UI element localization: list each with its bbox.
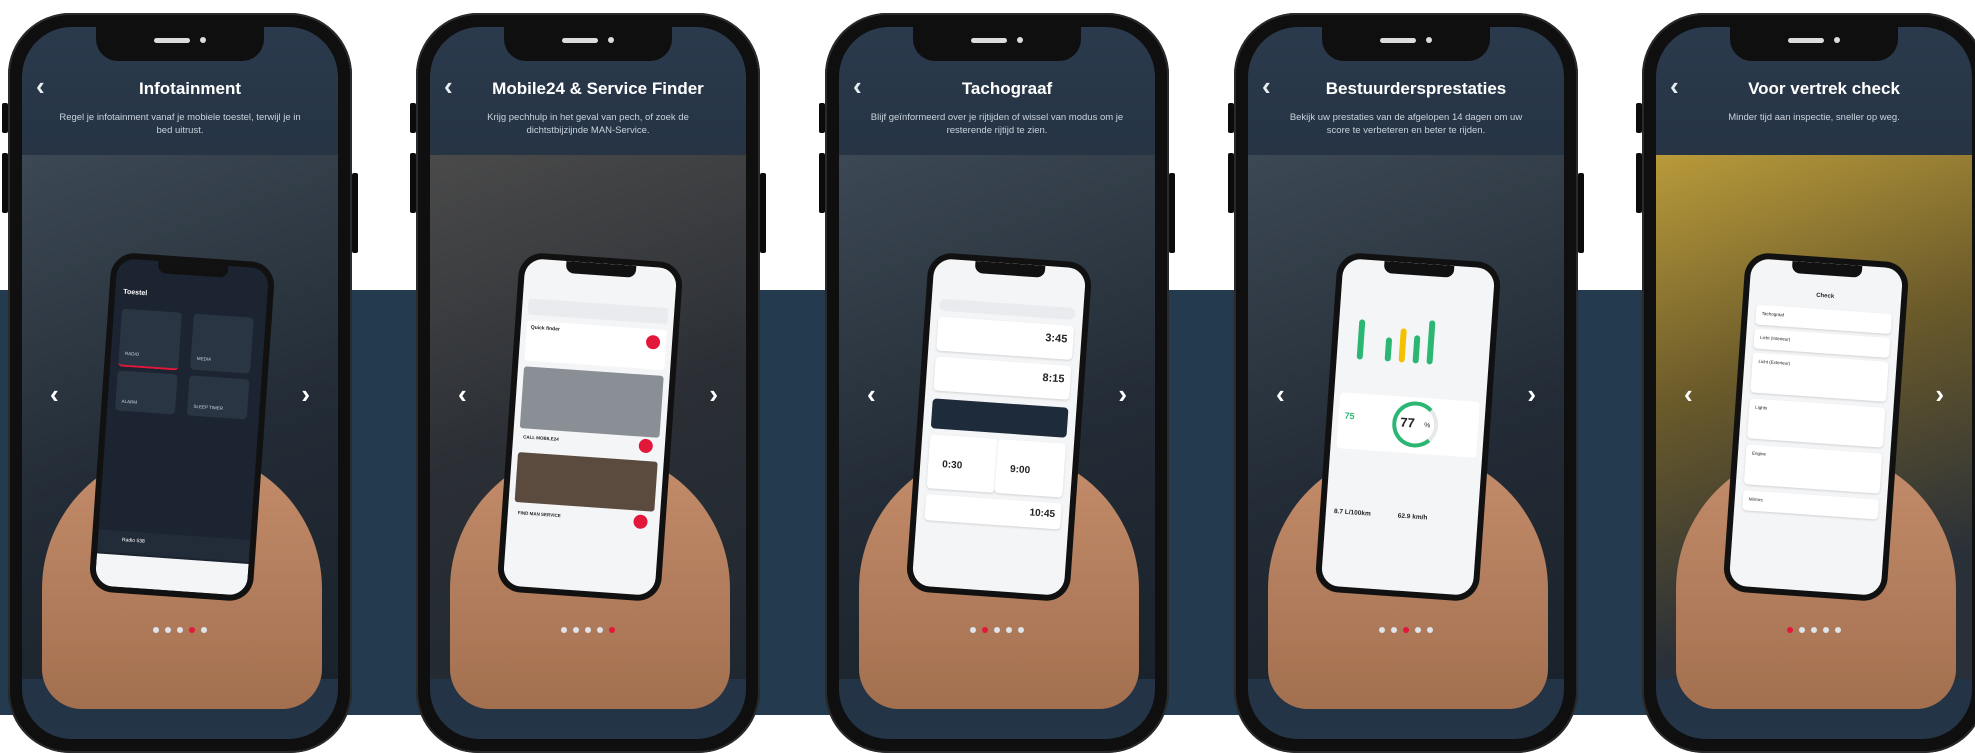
stat-speed: 62.9 km/h: [1397, 512, 1428, 522]
card-find-man-service[interactable]: FIND MAN SERVICE: [518, 510, 561, 518]
back-chevron-left-icon[interactable]: ‹: [1670, 71, 1692, 101]
card-call-mobile24[interactable]: CALL MOBILE24: [523, 434, 559, 441]
tile-alarm[interactable]: ALARM: [121, 399, 137, 405]
prev-chevron-left-icon[interactable]: ‹: [458, 379, 467, 410]
screen-title: Tachograaf: [961, 79, 1053, 98]
tacho-value: 0:30: [941, 459, 963, 472]
phone-screen: ‹ Infotainment Regel je infotainment van…: [22, 27, 338, 739]
screen-title: Mobile24 & Service Finder: [492, 79, 704, 98]
phone-voor-vertrek-check: ‹ Voor vertrek check Minder tijd aan ins…: [1636, 13, 1975, 753]
page-dots: [1248, 627, 1564, 633]
notch: [96, 27, 264, 61]
back-chevron-left-icon[interactable]: ‹: [1262, 71, 1284, 101]
screen-subtitle: Bekijk uw prestaties van de afgelopen 14…: [1289, 112, 1523, 136]
tacho-value: 8:15: [1042, 371, 1065, 386]
back-chevron-left-icon[interactable]: ‹: [444, 71, 466, 101]
mini-phone: Check Tachograaf Licht (Interieur) Licht…: [1722, 251, 1910, 603]
phone-screen: ‹ Mobile24 & Service Finder Krijg pechhu…: [430, 27, 746, 739]
phone-screen: ‹ Voor vertrek check Minder tijd aan ins…: [1656, 27, 1972, 739]
next-chevron-right-icon[interactable]: ›: [1118, 379, 1127, 410]
screen-subtitle: Regel je infotainment vanaf je mobiele t…: [59, 112, 301, 136]
screen-title: Bestuurdersprestaties: [1325, 79, 1507, 98]
check-header: Check: [1815, 292, 1835, 300]
tacho-value: 9:00: [1009, 463, 1031, 477]
mini-header: Toestel: [123, 288, 148, 298]
screen-subtitle: Blijf geïnformeerd over je rijtijden of …: [870, 112, 1124, 136]
phone-infotainment: ‹ Infotainment Regel je infotainment van…: [2, 13, 358, 753]
prev-chevron-left-icon[interactable]: ‹: [867, 379, 876, 410]
screen-title: Voor vertrek check: [1748, 79, 1900, 98]
next-chevron-right-icon[interactable]: ›: [1527, 379, 1536, 410]
score-value: 77: [1399, 414, 1416, 431]
back-chevron-left-icon[interactable]: ‹: [853, 71, 875, 101]
screen-subtitle: Krijg pechhulp in het geval van pech, of…: [487, 112, 689, 136]
prev-chevron-left-icon[interactable]: ‹: [1684, 379, 1693, 410]
page-dots: [839, 627, 1155, 633]
mini-phone: 75 77 % 8.7 L/100km 62.9 km/h: [1314, 251, 1502, 603]
phone-mobile24: ‹ Mobile24 & Service Finder Krijg pechhu…: [410, 13, 766, 753]
tacho-value: 10:45: [1029, 507, 1056, 521]
page-dots: [1656, 627, 1972, 633]
phone-bestuurdersprestaties: ‹ Bestuurdersprestaties Bekijk uw presta…: [1228, 13, 1584, 753]
prev-chevron-left-icon[interactable]: ‹: [50, 379, 59, 410]
check-row[interactable]: Lights: [1755, 405, 1767, 411]
tile-radio[interactable]: RADIO: [125, 351, 140, 357]
next-chevron-right-icon[interactable]: ›: [1935, 379, 1944, 410]
mini-phone: Quick finder CALL MOBILE24 FIND MAN SERV…: [496, 251, 684, 603]
next-chevron-right-icon[interactable]: ›: [709, 379, 718, 410]
screen-subtitle: Minder tijd aan inspectie, sneller op we…: [1728, 112, 1900, 123]
prev-chevron-left-icon[interactable]: ‹: [1276, 379, 1285, 410]
check-row[interactable]: Engine: [1752, 451, 1766, 457]
screen-title: Infotainment: [139, 79, 241, 98]
tile-media[interactable]: MEDIA: [197, 356, 212, 362]
page-dots: [430, 627, 746, 633]
mini-phone: Toestel RADIO MEDIA ALARM SLEEP TIMER Ra…: [88, 251, 276, 603]
check-row[interactable]: Mirrors: [1749, 496, 1763, 502]
tacho-value: 3:45: [1044, 332, 1068, 346]
phone-tachograaf: ‹ Tachograaf Blijf geïnformeerd over je …: [819, 13, 1175, 753]
stat-consumption: 8.7 L/100km: [1333, 508, 1371, 518]
phone-screen: ‹ Tachograaf Blijf geïnformeerd over je …: [839, 27, 1155, 739]
mini-phone: 3:45 8:15 0:30 9:00 10:45: [905, 251, 1093, 603]
back-chevron-left-icon[interactable]: ‹: [36, 71, 58, 101]
phone-screen: ‹ Bestuurdersprestaties Bekijk uw presta…: [1248, 27, 1564, 739]
left-score: 75: [1344, 410, 1355, 422]
page-dots: [22, 627, 338, 633]
next-chevron-right-icon[interactable]: ›: [301, 379, 310, 410]
score-unit: %: [1423, 422, 1431, 430]
